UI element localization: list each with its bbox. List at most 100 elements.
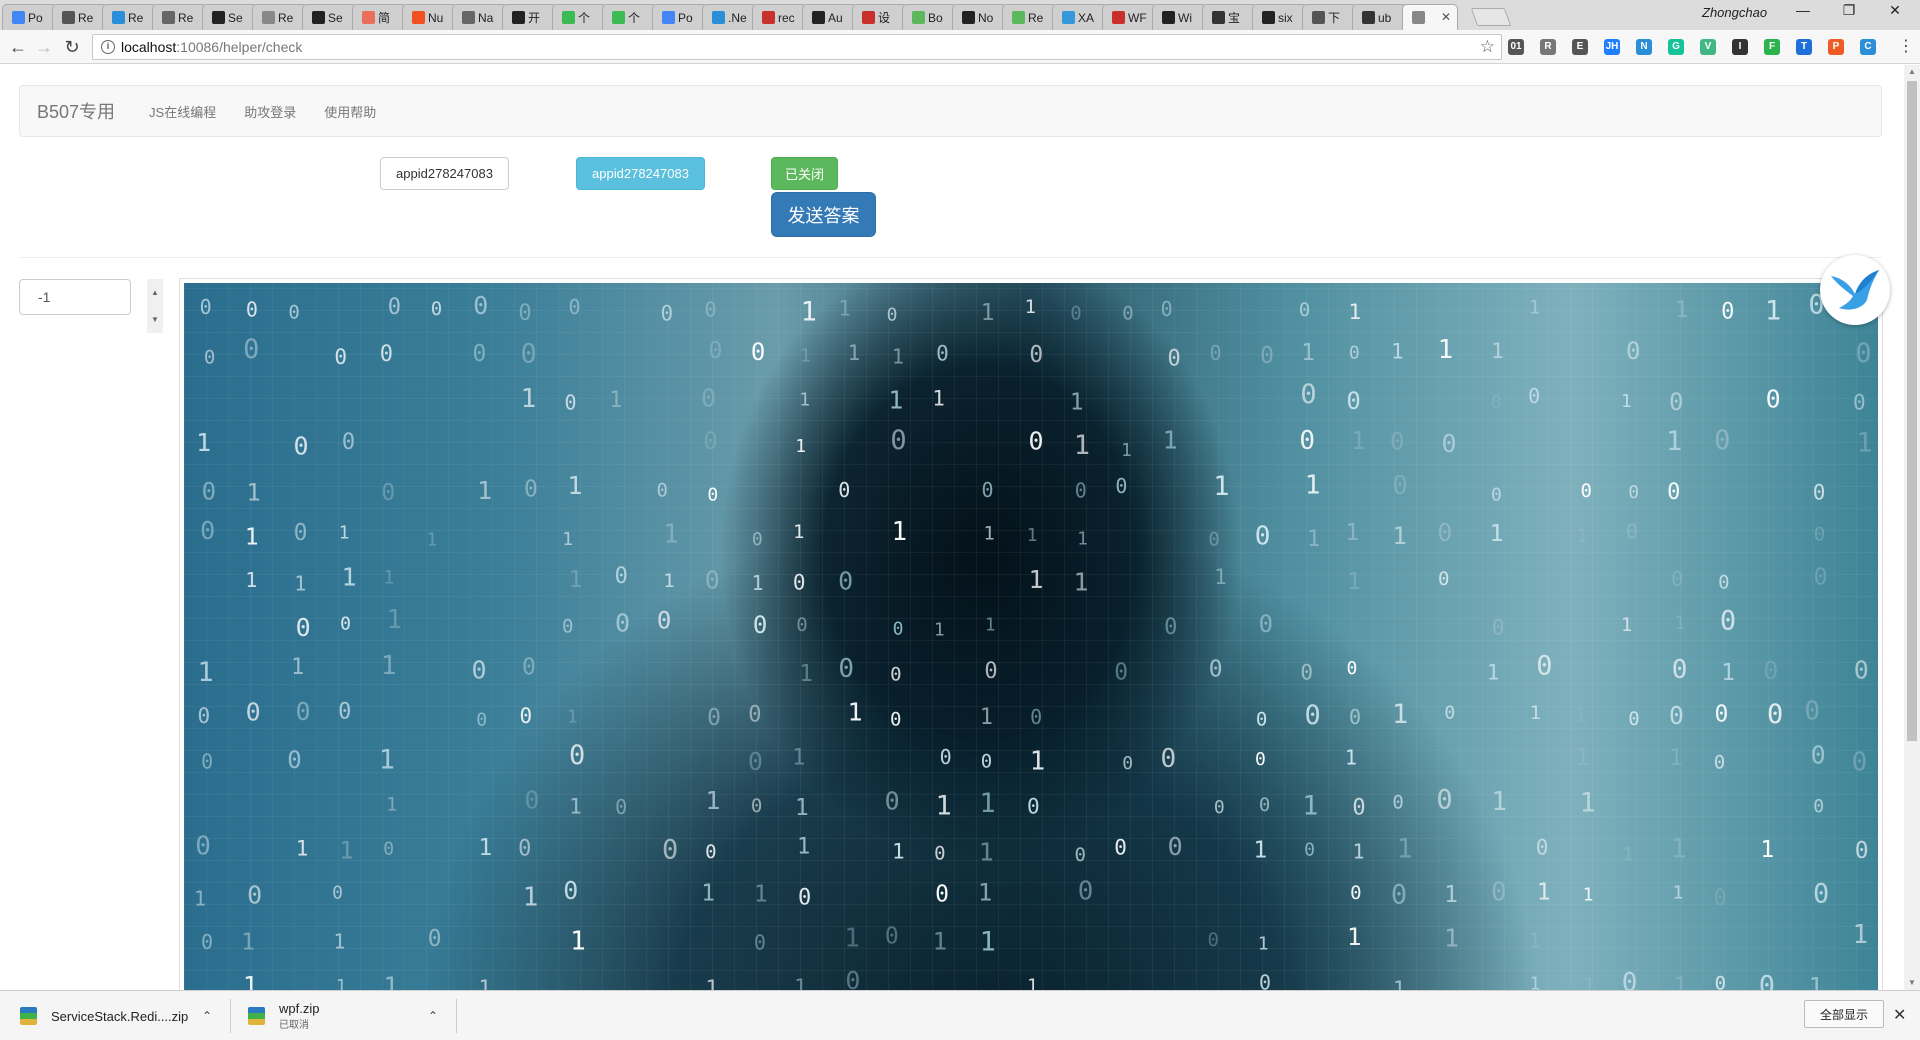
browser-tab[interactable]: No <box>952 4 1008 30</box>
download-item-1[interactable]: wpf.zip 已取消 ⌃ <box>248 991 438 1040</box>
browser-tab[interactable]: Re <box>1002 4 1058 30</box>
browser-tab[interactable]: rec <box>752 4 808 30</box>
status-button[interactable]: 已关闭 <box>771 157 838 190</box>
binary-digit: 1 <box>1397 833 1413 864</box>
binary-digit: 0 <box>1763 656 1778 685</box>
close-shelf-icon[interactable]: ✕ <box>1893 1005 1906 1025</box>
brand[interactable]: B507专用 <box>37 98 115 124</box>
browser-tab[interactable]: .Ne <box>702 4 758 30</box>
number-input[interactable]: -1 <box>19 279 131 315</box>
browser-tab[interactable]: WF <box>1102 4 1158 30</box>
browser-tab[interactable]: Re <box>152 4 208 30</box>
browser-tab[interactable]: 简 <box>352 4 408 30</box>
github-icon <box>512 11 525 24</box>
download-item-0[interactable]: ServiceStack.Redi....zip ⌃ <box>20 991 212 1040</box>
browser-tab[interactable]: six <box>1252 4 1308 30</box>
browser-tab[interactable]: Bo <box>902 4 958 30</box>
back-icon[interactable]: ← <box>6 36 30 58</box>
binary-digit: 1 <box>387 605 403 635</box>
binary-digit: 0 <box>288 301 299 323</box>
chevron-up-icon[interactable]: ⌃ <box>428 1009 438 1023</box>
binary-digit: 1 <box>1070 389 1084 415</box>
r-extension-icon[interactable]: R <box>1540 39 1556 55</box>
browser-tab[interactable]: 个 <box>602 4 658 30</box>
browser-tab[interactable]: ✕ <box>1402 4 1458 30</box>
spinner-down-icon[interactable]: ▼ <box>147 306 163 333</box>
browser-tab[interactable]: Au <box>802 4 858 30</box>
browser-tab[interactable]: XA <box>1052 4 1108 30</box>
nav-help[interactable]: 使用帮助 <box>324 102 376 121</box>
binary-digit: 1 <box>243 971 258 990</box>
browser-tab[interactable]: Na <box>452 4 508 30</box>
browser-tab[interactable]: Re <box>252 4 308 30</box>
browser-tab[interactable]: Re <box>52 4 108 30</box>
juejin-icon[interactable]: JH <box>1604 39 1620 55</box>
browser-tab[interactable]: 开 <box>502 4 558 30</box>
feedly-icon[interactable]: F <box>1764 39 1780 55</box>
browser-tab[interactable]: Wi <box>1152 4 1208 30</box>
binary-digit: 0 <box>751 795 762 817</box>
evernote-icon[interactable]: E <box>1572 39 1588 55</box>
binary-digit: 0 <box>1390 428 1404 456</box>
close-tab-icon[interactable]: ✕ <box>1441 10 1451 24</box>
browser-tab[interactable]: Se <box>302 4 358 30</box>
reload-icon[interactable]: ↻ <box>60 36 84 58</box>
binary-digit: 0 <box>524 785 539 814</box>
binary-digit: 1 <box>1721 660 1735 686</box>
grammarly-icon[interactable]: G <box>1668 39 1684 55</box>
binary-digit: 1 <box>245 568 257 592</box>
scrollbar-thumb[interactable] <box>1907 81 1917 741</box>
01-extension-icon[interactable]: 01 <box>1508 39 1524 55</box>
send-answer-button[interactable]: 发送答案 <box>771 192 876 237</box>
profile-name[interactable]: Zhongchao <box>1702 5 1767 20</box>
number-spinner[interactable]: ▲ ▼ <box>147 279 163 333</box>
spinner-up-icon[interactable]: ▲ <box>147 279 163 306</box>
browser-tab[interactable]: Re <box>102 4 158 30</box>
info-icon[interactable]: i <box>101 40 115 54</box>
android-icon <box>1012 11 1025 24</box>
appid-button[interactable]: appid278247083 <box>576 157 705 190</box>
restore-icon[interactable]: ❐ <box>1826 2 1872 19</box>
address-bar[interactable]: i localhost:10086/helper/check ☆ <box>92 34 1502 60</box>
bookmark-star-icon[interactable]: ☆ <box>1480 37 1495 57</box>
binary-digit: 1 <box>1580 787 1596 818</box>
binary-digit: 0 <box>524 476 538 502</box>
show-all-button[interactable]: 全部显示 <box>1804 1000 1884 1028</box>
binary-digit: 0 <box>338 699 351 724</box>
browser-tab[interactable]: 下 <box>1302 4 1358 30</box>
zip-file-icon <box>248 1007 265 1025</box>
scroll-down-icon[interactable]: ▼ <box>1904 976 1920 990</box>
browser-tab[interactable]: 宝 <box>1202 4 1258 30</box>
binary-digit: 0 <box>1207 929 1218 951</box>
appid-input[interactable]: appid278247083 <box>380 157 509 190</box>
browser-tab[interactable]: Po <box>2 4 58 30</box>
binary-digit: 0 <box>1350 882 1361 904</box>
postman-icon[interactable]: P <box>1828 39 1844 55</box>
nav-js-online[interactable]: JS在线编程 <box>149 102 216 121</box>
browser-tab[interactable]: 个 <box>552 4 608 30</box>
binary-digit: 1 <box>794 975 807 990</box>
new-tab-button[interactable] <box>1470 8 1512 26</box>
menu-icon[interactable]: ⋮ <box>1894 36 1918 58</box>
browser-tab[interactable]: Se <box>202 4 258 30</box>
scroll-up-icon[interactable]: ▲ <box>1904 65 1920 79</box>
minimize-icon[interactable]: — <box>1780 2 1826 18</box>
browser-tab[interactable]: ub <box>1352 4 1408 30</box>
cast-icon[interactable]: C <box>1860 39 1876 55</box>
forward-icon[interactable]: → <box>32 36 56 58</box>
nav-assist-login[interactable]: 助攻登录 <box>244 102 296 121</box>
tab-label: 个 <box>628 11 641 25</box>
vue-devtools-icon[interactable]: V <box>1700 39 1716 55</box>
browser-tab[interactable]: Nu <box>402 4 458 30</box>
chevron-up-icon[interactable]: ⌃ <box>202 1009 212 1023</box>
incognito-icon[interactable]: I <box>1732 39 1748 55</box>
browser-tab[interactable]: 设 <box>852 4 908 30</box>
notes-icon[interactable]: N <box>1636 39 1652 55</box>
floating-bird-icon[interactable] <box>1820 255 1890 325</box>
translate-icon[interactable]: T <box>1796 39 1812 55</box>
close-window-icon[interactable]: ✕ <box>1872 2 1918 19</box>
vertical-scrollbar[interactable]: ▲ ▼ <box>1904 65 1920 990</box>
binary-digit: 1 <box>1856 427 1872 458</box>
binary-digit: 1 <box>935 790 951 821</box>
browser-tab[interactable]: Po <box>652 4 708 30</box>
